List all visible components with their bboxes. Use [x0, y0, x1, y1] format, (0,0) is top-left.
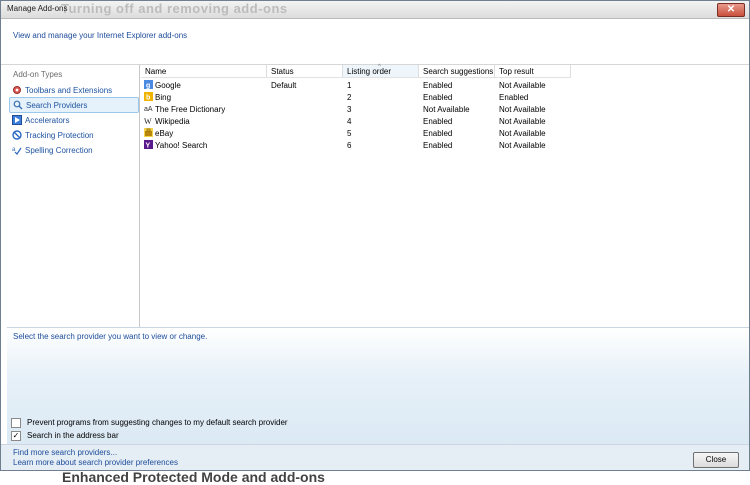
manage-addons-window: Turning off and removing add-ons Manage … [0, 0, 750, 471]
sidebar-item-label: Spelling Correction [25, 145, 93, 155]
provider-name-cell: aA The Free Dictionary [144, 104, 225, 116]
search-suggestions-cell: Enabled [423, 93, 453, 102]
provider-name-cell: eBay [144, 128, 173, 140]
listing-order-cell: 2 [347, 93, 352, 102]
wikipedia-icon: W [144, 116, 153, 126]
column-header-status[interactable]: Status [267, 65, 343, 78]
column-header-label: Listing order [347, 67, 392, 76]
search-suggestions-cell: Not Available [423, 105, 470, 114]
sidebar-item-spelling-correction[interactable]: a Spelling Correction [9, 143, 137, 157]
sidebar-item-tracking-protection[interactable]: Tracking Protection [9, 128, 137, 142]
search-address-bar-label: Search in the address bar [27, 431, 119, 440]
provider-name-cell: g Google [144, 80, 181, 92]
table-row[interactable]: b Bing 2 Enabled Enabled [141, 92, 749, 104]
learn-more-link[interactable]: Learn more about search provider prefere… [13, 458, 178, 467]
provider-name-cell: Y Yahoo! Search [144, 140, 207, 152]
header-description: View and manage your Internet Explorer a… [13, 31, 188, 40]
search-icon [13, 100, 23, 110]
listing-order-cell: 4 [347, 117, 352, 126]
table-row[interactable]: g Google Default 1 Enabled Not Available [141, 80, 749, 92]
svg-text:aA: aA [144, 106, 153, 113]
search-suggestions-cell: Enabled [423, 141, 453, 150]
top-result-cell: Enabled [499, 93, 529, 102]
provider-name: eBay [155, 129, 174, 138]
column-header-listing-order[interactable]: Listing order [343, 65, 419, 78]
footer-bar: Find more search providers... Learn more… [1, 444, 749, 470]
accelerator-icon [12, 115, 22, 125]
prevent-suggestions-checkbox[interactable] [11, 418, 21, 428]
column-header-top-result[interactable]: Top result [495, 65, 571, 78]
svg-text:b: b [146, 95, 150, 102]
search-suggestions-cell: Enabled [423, 129, 453, 138]
spell-check-icon: a [12, 145, 22, 155]
bing-icon: b [144, 92, 153, 102]
sort-ascending-icon: ^ [378, 64, 381, 70]
no-entry-icon [12, 130, 22, 140]
background-page-text: Enhanced Protected Mode and add-ons [62, 469, 325, 485]
ebay-icon [144, 128, 153, 138]
top-result-cell: Not Available [499, 141, 546, 150]
provider-name-cell: W Wikipedia [144, 116, 190, 128]
sidebar-item-label: Toolbars and Extensions [25, 85, 113, 95]
provider-name: Bing [155, 93, 172, 102]
addon-types-sidebar: Add-on Types Toolbars and Extensions Sea… [7, 65, 140, 327]
provider-name: Google [155, 81, 181, 90]
sidebar-item-label: Tracking Protection [25, 130, 94, 140]
sidebar-item-search-providers[interactable]: Search Providers [9, 97, 139, 113]
find-more-providers-link[interactable]: Find more search providers... [13, 448, 117, 457]
sidebar-item-toolbars[interactable]: Toolbars and Extensions [9, 83, 137, 97]
provider-name: Yahoo! Search [155, 141, 208, 150]
listing-order-cell: 1 [347, 81, 352, 90]
sidebar-item-accelerators[interactable]: Accelerators [9, 113, 137, 127]
sidebar-item-label: Accelerators [25, 115, 70, 125]
listing-order-cell: 6 [347, 141, 352, 150]
search-suggestions-cell: Enabled [423, 117, 453, 126]
provider-name: Wikipedia [155, 117, 190, 126]
svg-text:W: W [144, 117, 152, 125]
top-result-cell: Not Available [499, 81, 546, 90]
header-panel: View and manage your Internet Explorer a… [1, 19, 749, 65]
details-panel: Select the search provider you want to v… [7, 327, 749, 445]
top-result-cell: Not Available [499, 129, 546, 138]
sidebar-heading: Add-on Types [13, 70, 63, 79]
yahoo-icon: Y [144, 140, 153, 150]
column-header-search-suggestions[interactable]: Search suggestions [419, 65, 495, 78]
provider-name: The Free Dictionary [155, 105, 226, 114]
close-button[interactable]: Close [693, 452, 739, 468]
svg-text:Y: Y [146, 143, 151, 150]
status-cell: Default [271, 81, 297, 90]
table-row[interactable]: W Wikipedia 4 Enabled Not Available [141, 116, 749, 128]
search-address-bar-checkbox[interactable]: ✓ [11, 431, 21, 441]
search-providers-list: Name Status Listing order ^ Search sugge… [141, 64, 749, 327]
window-title: Manage Add-ons [7, 4, 68, 13]
svg-text:g: g [146, 83, 150, 90]
top-result-cell: Not Available [499, 117, 546, 126]
window-close-button[interactable]: ✕ [717, 3, 745, 17]
gear-icon [12, 85, 22, 95]
listing-order-cell: 3 [347, 105, 352, 114]
column-header-name[interactable]: Name [141, 65, 267, 78]
title-bar: Turning off and removing add-ons Manage … [1, 1, 749, 19]
sidebar-item-label: Search Providers [26, 100, 88, 110]
provider-name-cell: b Bing [144, 92, 171, 104]
listing-order-cell: 5 [347, 129, 352, 138]
search-suggestions-cell: Enabled [423, 81, 453, 90]
details-message: Select the search provider you want to v… [13, 332, 208, 341]
google-icon: g [144, 80, 153, 90]
table-row[interactable]: eBay 5 Enabled Not Available [141, 128, 749, 140]
prevent-suggestions-label: Prevent programs from suggesting changes… [27, 418, 288, 427]
table-row[interactable]: Y Yahoo! Search 6 Enabled Not Available [141, 140, 749, 152]
top-result-cell: Not Available [499, 105, 546, 114]
background-page-title: Turning off and removing add-ons [61, 1, 288, 16]
dictionary-icon: aA [144, 104, 153, 113]
table-row[interactable]: aA The Free Dictionary 3 Not Available N… [141, 104, 749, 116]
